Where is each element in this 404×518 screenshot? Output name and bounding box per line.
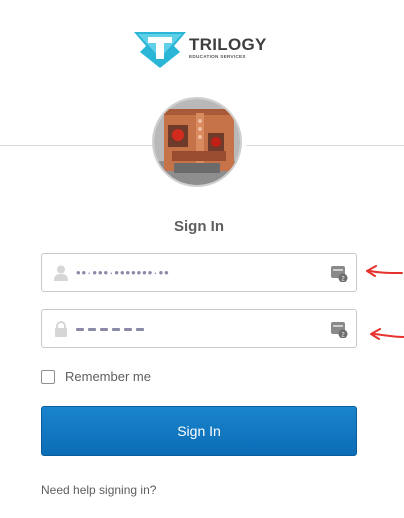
annotation-arrow-icon	[370, 328, 404, 340]
divider-left	[0, 145, 152, 146]
remember-me[interactable]: Remember me	[41, 369, 151, 384]
user-icon	[54, 265, 68, 281]
lock-icon	[55, 321, 67, 337]
brand-name: TRILOGY	[189, 35, 267, 55]
trilogy-logo-icon	[134, 32, 186, 68]
password-masked-value	[76, 328, 144, 331]
robot-avatar-icon	[154, 99, 240, 185]
remember-me-label[interactable]: Remember me	[65, 369, 151, 384]
remember-me-checkbox[interactable]	[41, 369, 55, 384]
brand-logo: TRILOGY EDUCATION SERVICES	[134, 28, 267, 68]
password-manager-icon[interactable]: 2	[330, 264, 348, 282]
avatar	[152, 97, 242, 187]
help-link[interactable]: Need help signing in?	[41, 483, 156, 497]
username-value: ••·•••·•••••••·••	[76, 265, 170, 280]
sign-in-button[interactable]: Sign In	[41, 406, 357, 456]
password-field[interactable]: 2	[41, 309, 357, 348]
password-manager-icon[interactable]: 2	[330, 320, 348, 338]
brand-subtitle: EDUCATION SERVICES	[189, 54, 246, 60]
annotation-arrow-icon	[366, 265, 403, 277]
divider-right	[246, 145, 404, 146]
sign-in-page: TRILOGY EDUCATION SERVICES Sign In ••·••…	[0, 0, 404, 518]
page-title: Sign In	[174, 218, 224, 235]
username-field[interactable]: ••·•••·•••••••·•• 2	[41, 253, 357, 292]
